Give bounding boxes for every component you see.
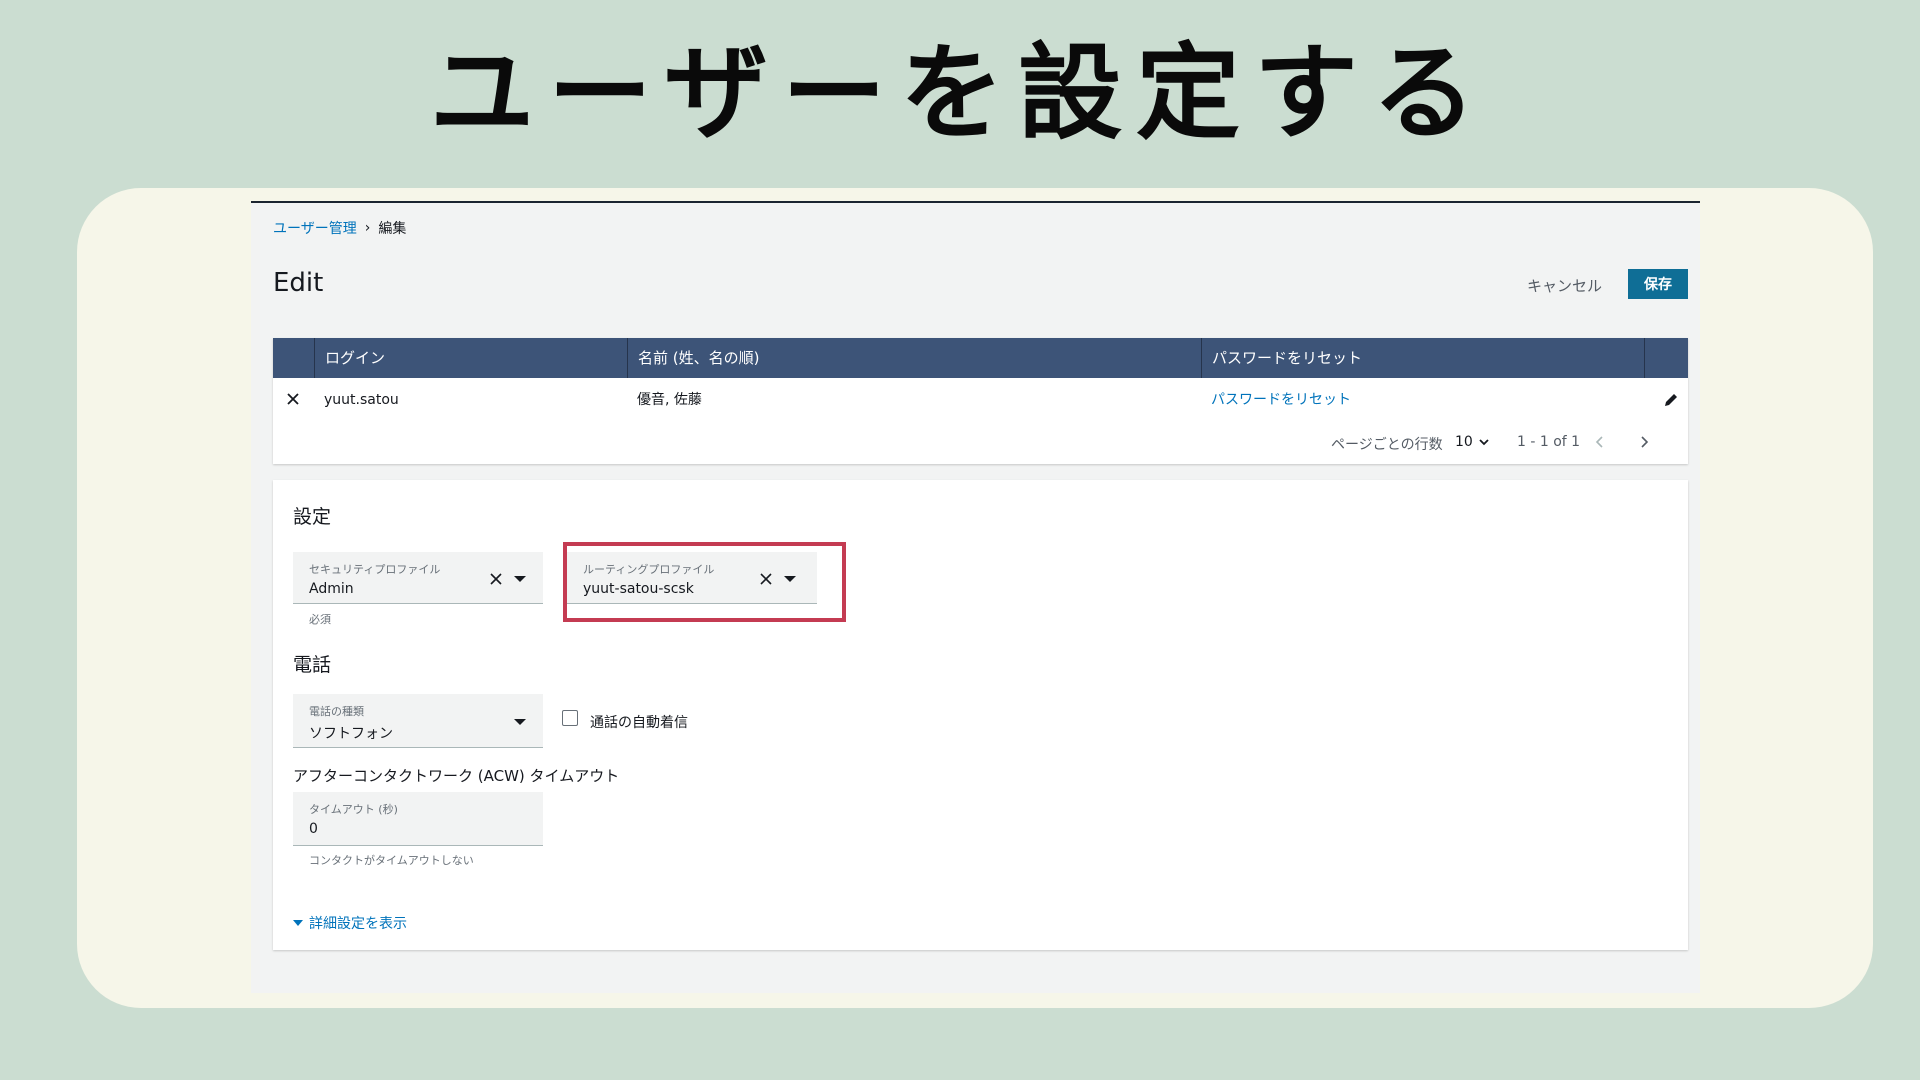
- app-screen: ユーザー管理 › 編集 Edit キャンセル 保存 ログイン 名前 (姓、名の順…: [251, 201, 1700, 993]
- save-button[interactable]: 保存: [1628, 269, 1688, 299]
- users-table-panel: ログイン 名前 (姓、名の順) パスワードをリセット yuut.satou 優音…: [273, 338, 1688, 464]
- security-profile-value: Admin: [309, 581, 354, 597]
- security-profile-field[interactable]: セキュリティプロファイル Admin: [293, 552, 543, 604]
- highlight-box: [563, 542, 846, 622]
- rows-per-page-label: ページごとの行数: [1331, 437, 1443, 453]
- show-advanced-label: 詳細設定を表示: [309, 916, 407, 932]
- caret-down-icon[interactable]: [514, 576, 526, 582]
- security-profile-hint: 必須: [309, 613, 331, 626]
- settings-title: 設定: [293, 506, 332, 528]
- breadcrumb-current: 編集: [378, 221, 407, 237]
- acw-title: アフターコンタクトワーク (ACW) タイムアウト: [293, 767, 620, 785]
- timeout-input[interactable]: タイムアウト (秒) 0: [293, 792, 543, 846]
- chevron-right-icon[interactable]: [1637, 435, 1651, 449]
- column-header-login[interactable]: ログイン: [314, 338, 627, 378]
- auto-accept-label[interactable]: 通話の自動着信: [590, 712, 688, 732]
- cancel-button[interactable]: キャンセル: [1527, 275, 1602, 296]
- phone-type-select[interactable]: 電話の種類 ソフトフォン: [293, 694, 543, 748]
- phone-type-label: 電話の種類: [309, 705, 364, 718]
- cell-login: yuut.satou: [324, 392, 399, 408]
- phone-section-title: 電話: [293, 654, 332, 676]
- phone-type-value: ソフトフォン: [309, 726, 393, 742]
- page-range: 1 - 1 of 1: [1517, 434, 1581, 450]
- pencil-icon[interactable]: [1663, 392, 1679, 408]
- chevron-left-icon[interactable]: [1593, 435, 1607, 449]
- header-select-cell: [273, 338, 314, 378]
- remove-row-icon[interactable]: [285, 391, 301, 407]
- show-advanced-link[interactable]: 詳細設定を表示: [293, 913, 407, 933]
- page-title: Edit: [273, 268, 324, 298]
- cell-name: 優音, 佐藤: [637, 392, 702, 408]
- timeout-hint: コンタクトがタイムアウトしない: [309, 854, 474, 867]
- security-profile-label: セキュリティプロファイル: [309, 563, 441, 576]
- breadcrumb: ユーザー管理 › 編集: [273, 218, 406, 238]
- column-header-reset[interactable]: パスワードをリセット: [1201, 338, 1644, 378]
- rows-per-page-select[interactable]: 10: [1455, 434, 1473, 450]
- clear-icon[interactable]: [489, 572, 503, 586]
- breadcrumb-user-management-link[interactable]: ユーザー管理: [273, 218, 357, 238]
- caret-down-icon[interactable]: [514, 719, 526, 725]
- settings-panel: 設定 セキュリティプロファイル Admin 必須 ルーティングプロファイル yu…: [273, 480, 1688, 950]
- table-row: yuut.satou 優音, 佐藤 パスワードをリセット: [273, 378, 1688, 422]
- timeout-value: 0: [309, 821, 318, 837]
- timeout-label: タイムアウト (秒): [309, 803, 398, 816]
- breadcrumb-separator-icon: ›: [364, 220, 371, 236]
- header-action-cell: [1644, 338, 1688, 378]
- auto-accept-checkbox[interactable]: [562, 710, 578, 726]
- pagination: ページごとの行数 10 1 - 1 of 1: [273, 422, 1688, 464]
- reset-password-link[interactable]: パスワードをリセット: [1211, 378, 1351, 422]
- triangle-down-icon: [293, 920, 303, 926]
- column-header-name[interactable]: 名前 (姓、名の順): [627, 338, 1201, 378]
- chevron-down-icon[interactable]: [1479, 437, 1489, 447]
- slide-title: ユーザーを設定する: [430, 32, 1490, 154]
- table-header: ログイン 名前 (姓、名の順) パスワードをリセット: [273, 338, 1688, 378]
